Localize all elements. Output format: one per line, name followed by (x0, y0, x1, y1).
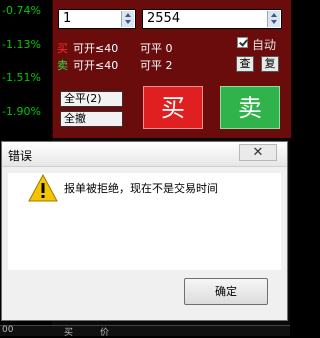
bottom-bar: 00 买 价 (0, 325, 290, 338)
buy-close-available: 可平 0 (140, 42, 173, 55)
bottom-col-price: 价 (100, 328, 110, 338)
bottom-col-buy: 买 (64, 328, 74, 338)
buy-button[interactable]: 买 (143, 86, 203, 129)
sell-button[interactable]: 卖 (220, 86, 280, 129)
cancel-all-button[interactable]: 全撤 (60, 111, 123, 127)
quantity-spinner[interactable] (121, 11, 134, 27)
error-dialog: 错误 ✕ 报单被拒绝，现在不是交易时间 确定 (1, 141, 288, 321)
warning-icon (28, 174, 58, 202)
buy-open-limit: 可开≤40 (73, 42, 119, 55)
buy-side-label: 买 (57, 42, 68, 55)
dialog-titlebar[interactable]: 错误 ✕ (2, 142, 287, 167)
pct-value: -1.13% (2, 38, 41, 51)
pct-value: -1.90% (2, 105, 41, 118)
dialog-title: 错误 (8, 149, 33, 163)
sell-open-limit: 可开≤40 (73, 59, 119, 72)
auto-checkbox[interactable] (237, 37, 248, 48)
quantity-value: 1 (63, 11, 72, 26)
close-all-button[interactable]: 全平(2) (60, 91, 123, 107)
price-spinner[interactable] (267, 11, 280, 27)
close-icon: ✕ (252, 145, 264, 160)
bottom-code: 00 (2, 325, 14, 335)
auto-label: 自动 (252, 38, 277, 52)
reset-button[interactable]: 复 (261, 56, 279, 72)
pct-value: -1.51% (2, 71, 41, 84)
dialog-message: 报单被拒绝，现在不是交易时间 (64, 182, 218, 195)
query-button[interactable]: 查 (236, 56, 254, 72)
pct-value: -0.74% (2, 4, 41, 17)
price-value: 2554 (147, 11, 181, 26)
price-input[interactable]: 2554 (142, 9, 282, 29)
ok-button[interactable]: 确定 (184, 278, 268, 305)
quantity-input[interactable]: 1 (58, 9, 136, 29)
sell-close-available: 可平 2 (140, 59, 173, 72)
sell-side-label: 卖 (57, 59, 68, 72)
dialog-close-button[interactable]: ✕ (239, 144, 277, 161)
